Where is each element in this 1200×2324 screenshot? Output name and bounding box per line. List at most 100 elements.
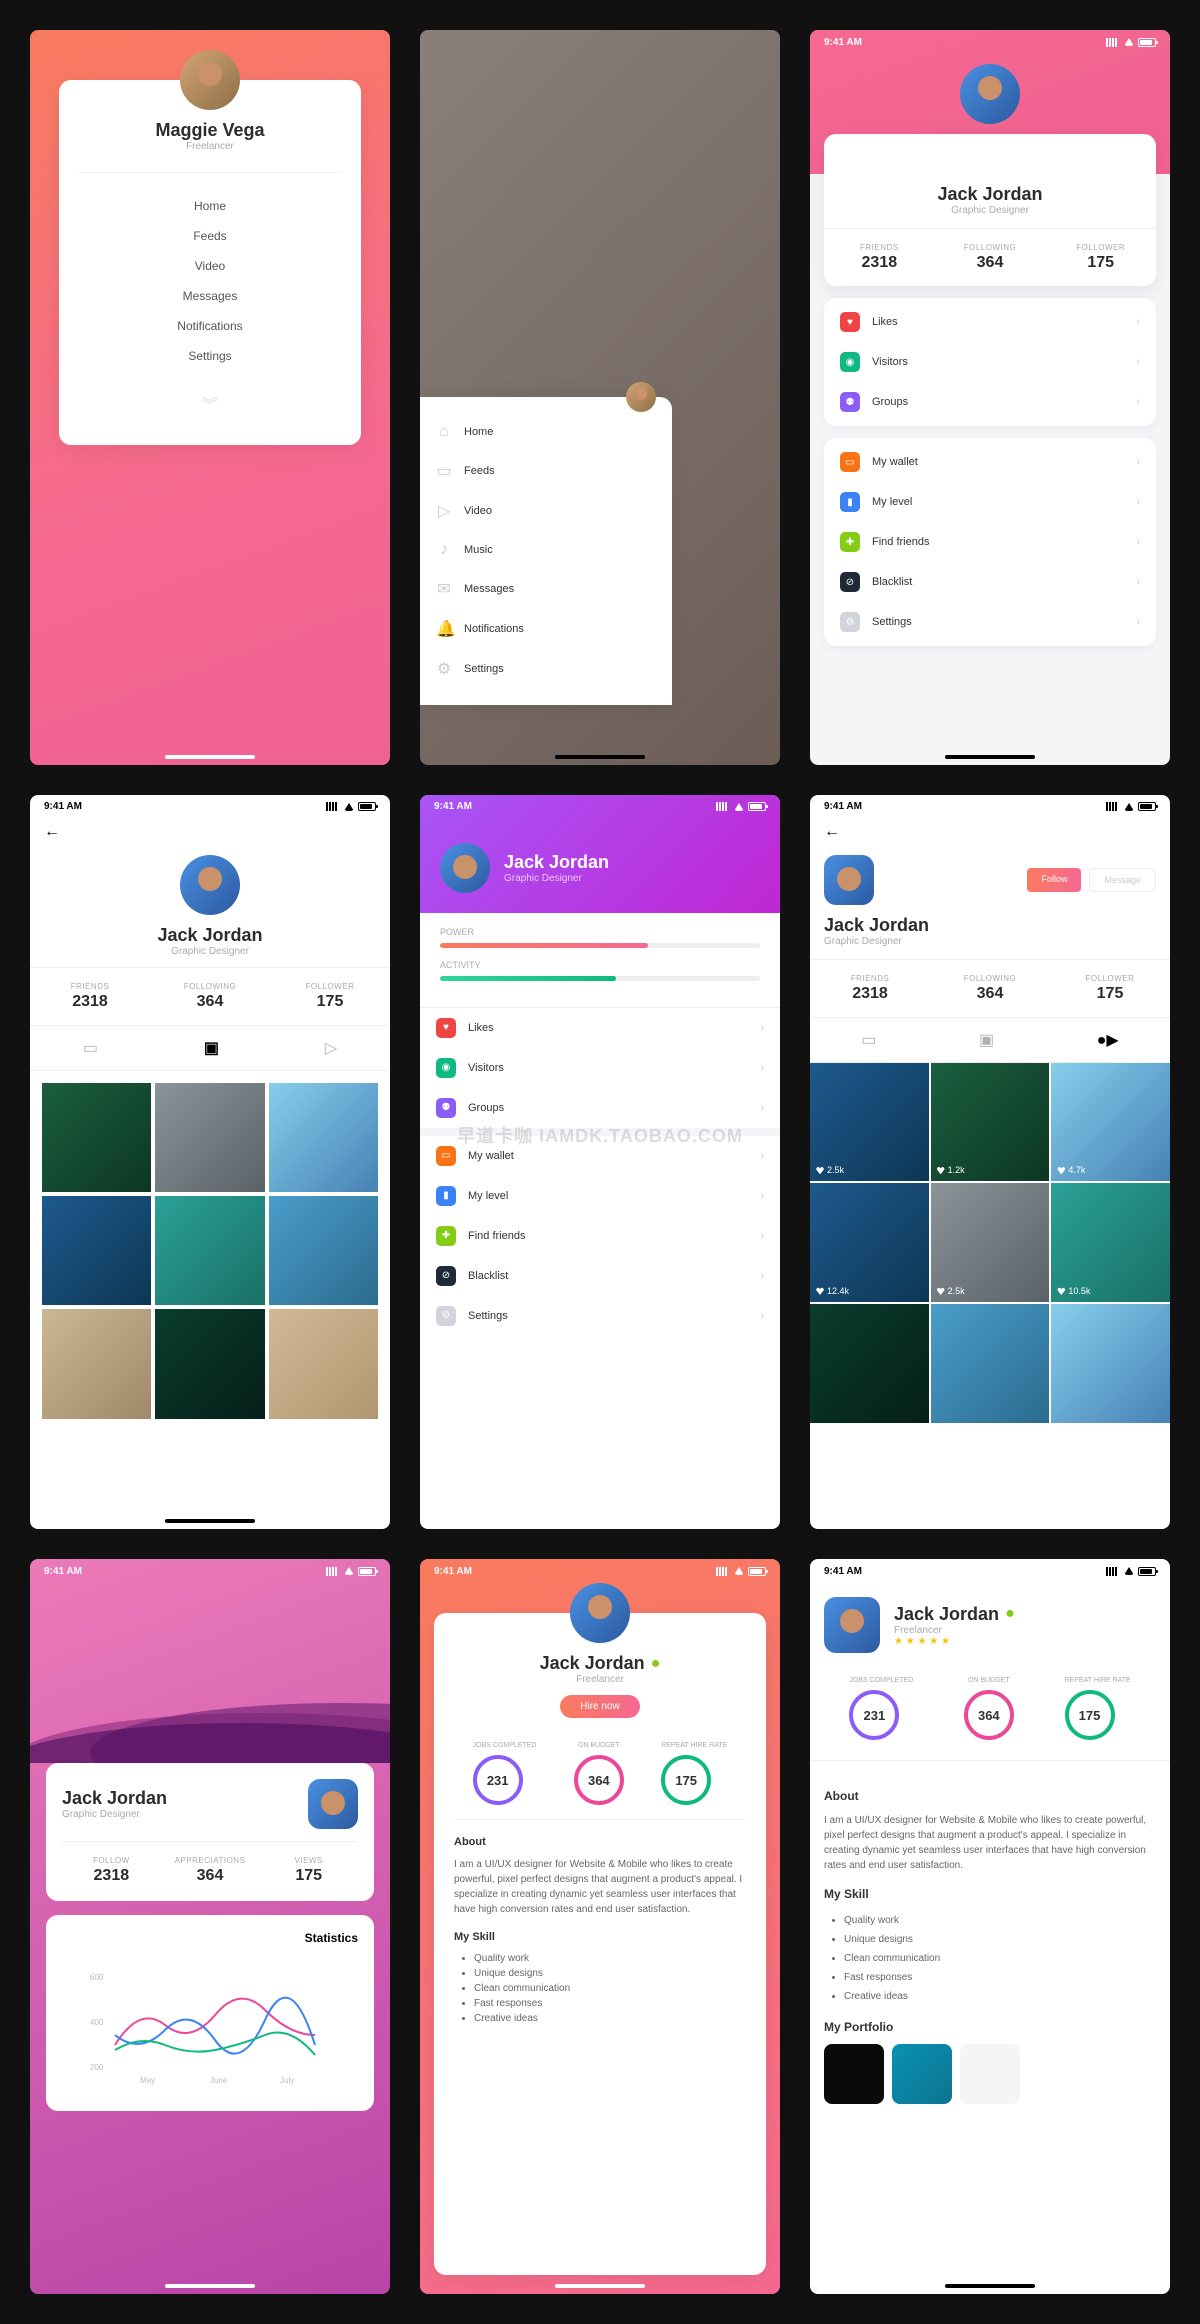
menu-item-home[interactable]: Home [79, 191, 341, 221]
video-item[interactable]: 2.5k [931, 1183, 1050, 1302]
menu-item-my-wallet[interactable]: ▭My wallet› [824, 442, 1156, 482]
menu-item-my-wallet[interactable]: ▭My wallet› [420, 1136, 780, 1176]
stat-ring-repeat-hire-rate: REPEAT HIRE RATE175 [661, 1742, 727, 1805]
portfolio-item[interactable] [960, 2044, 1020, 2104]
portfolio-heading: My Portfolio [824, 2018, 1156, 2036]
stats-rings: JOBS COMPLETED231ON BUDGET364REPEAT HIRE… [810, 1667, 1170, 1761]
avatar[interactable] [440, 843, 490, 893]
menu-item-video[interactable]: ▷Video [420, 491, 672, 531]
menu-item-my-level[interactable]: ▮My level› [824, 482, 1156, 522]
gallery-item[interactable] [42, 1309, 151, 1418]
video-icon: ▷ [436, 501, 452, 521]
menu-item-likes[interactable]: ♥Likes› [420, 1008, 780, 1048]
menu-item-find-friends[interactable]: ✚Find friends› [824, 522, 1156, 562]
chevron-down-icon[interactable]: ︾ [79, 391, 341, 415]
skill-heading: My Skill [824, 1885, 1156, 1903]
gallery-item[interactable] [269, 1196, 378, 1305]
chart-title: Statistics [62, 1931, 358, 1945]
screen-freelancer-profile: 9:41 AM Jack Jordan ● Freelancer Hire no… [420, 1559, 780, 2294]
portfolio-item[interactable] [824, 2044, 884, 2104]
avatar-mini[interactable] [626, 382, 656, 412]
menu-item-visitors[interactable]: ◉Visitors› [420, 1048, 780, 1088]
video-item[interactable]: 4.7k [1051, 1063, 1170, 1182]
gallery-item[interactable] [269, 1309, 378, 1418]
avatar[interactable] [308, 1779, 358, 1829]
menu-item-blacklist[interactable]: ⊘Blacklist› [420, 1256, 780, 1296]
gallery-item[interactable] [42, 1083, 151, 1192]
menu-item-my-level[interactable]: ▮My level› [420, 1176, 780, 1216]
video-item[interactable]: 12.4k [810, 1183, 929, 1302]
video-item[interactable]: 10.5k [1051, 1183, 1170, 1302]
stats-row: FOLLOW2318APPRECIATIONS364VIEWS175 [62, 1841, 358, 1885]
profile-role: Freelancer [894, 1625, 1015, 1636]
follow-button[interactable]: Follow [1027, 868, 1081, 892]
about-text: I am a UI/UX designer for Website & Mobi… [824, 1813, 1156, 1873]
likes-badge: 2.5k [816, 1165, 844, 1175]
stat-follow: FOLLOW2318 [62, 1856, 161, 1885]
chevron-right-icon: › [1136, 316, 1140, 328]
message-button[interactable]: Message [1089, 868, 1156, 892]
menu-item-video[interactable]: Video [79, 251, 341, 281]
menu-item-notifications[interactable]: Notifications [79, 311, 341, 341]
profile-role: Graphic Designer [824, 205, 1156, 216]
menu-item-groups[interactable]: ⚉Groups› [824, 382, 1156, 422]
skill-item: Unique designs [474, 1966, 746, 1981]
stats-row: FRIENDS2318FOLLOWING364FOLLOWER175 [30, 967, 390, 1026]
menu-item-groups[interactable]: ⚉Groups› [420, 1088, 780, 1128]
tab-video-icon[interactable]: ●▶ [1097, 1030, 1119, 1050]
menu-item-visitors[interactable]: ◉Visitors› [824, 342, 1156, 382]
video-item[interactable]: 2.5k [810, 1063, 929, 1182]
gallery-item[interactable] [155, 1083, 264, 1192]
avatar[interactable] [824, 855, 874, 905]
hire-button[interactable]: Hire now [560, 1695, 639, 1718]
gallery-item[interactable] [269, 1083, 378, 1192]
avatar[interactable] [960, 64, 1020, 124]
skill-item: Clean communication [474, 1981, 746, 1996]
statistics-card: Statistics 600 400 200 May June July [46, 1915, 374, 2111]
menu-item-home[interactable]: ⌂Home [420, 413, 672, 451]
menu-item-find-friends[interactable]: ✚Find friends› [420, 1216, 780, 1256]
back-button[interactable]: ← [810, 819, 1170, 845]
portfolio-item[interactable] [892, 2044, 952, 2104]
video-item[interactable] [1051, 1304, 1170, 1423]
chevron-right-icon: › [760, 1270, 764, 1282]
screen-profile-videos: 9:41 AM ← Follow Message Jack Jordan Gra… [810, 795, 1170, 1530]
menu-item-messages[interactable]: ✉Messages [420, 569, 672, 609]
avatar[interactable] [824, 1597, 880, 1653]
avatar[interactable] [180, 50, 240, 110]
menu-item-blacklist[interactable]: ⊘Blacklist› [824, 562, 1156, 602]
tab-image-icon[interactable]: ▣ [979, 1030, 994, 1050]
feeds-icon: ▭ [436, 461, 452, 481]
back-button[interactable]: ← [30, 819, 390, 845]
status-bar: 9:41 AM [810, 30, 1170, 54]
menu-item-settings[interactable]: ⚙Settings [420, 649, 672, 689]
tab-card-icon[interactable]: ▭ [861, 1030, 876, 1050]
tab-video-icon[interactable]: ▷ [325, 1038, 337, 1058]
gallery-item[interactable] [42, 1196, 151, 1305]
profile-name: Maggie Vega [79, 120, 341, 141]
menu-item-feeds[interactable]: ▭Feeds [420, 451, 672, 491]
skill-item: Creative ideas [844, 1987, 1156, 2006]
menu-item-messages[interactable]: Messages [79, 281, 341, 311]
avatar[interactable] [180, 855, 240, 915]
tab-card-icon[interactable]: ▭ [83, 1038, 98, 1058]
menu-item-notifications[interactable]: 🔔Notifications [420, 609, 672, 649]
body-content: About I am a UI/UX designer for Website … [810, 1761, 1170, 2118]
menu-item-settings[interactable]: Settings [79, 341, 341, 371]
avatar[interactable] [570, 1583, 630, 1643]
menu-item-likes[interactable]: ♥Likes› [824, 302, 1156, 342]
video-item[interactable] [931, 1304, 1050, 1423]
stat-friends: FRIENDS2318 [824, 243, 935, 272]
menu-item-feeds[interactable]: Feeds [79, 221, 341, 251]
video-item[interactable]: 1.2k [931, 1063, 1050, 1182]
skill-item: Quality work [474, 1951, 746, 1966]
tab-image-icon[interactable]: ▣ [204, 1038, 219, 1058]
video-item[interactable] [810, 1304, 929, 1423]
chevron-right-icon: › [1136, 356, 1140, 368]
menu-item-settings[interactable]: ⚙Settings› [420, 1296, 780, 1336]
gallery-item[interactable] [155, 1309, 264, 1418]
menu-item-settings[interactable]: ⚙Settings› [824, 602, 1156, 642]
chevron-right-icon: › [760, 1022, 764, 1034]
menu-item-music[interactable]: ♪Music [420, 531, 672, 569]
gallery-item[interactable] [155, 1196, 264, 1305]
